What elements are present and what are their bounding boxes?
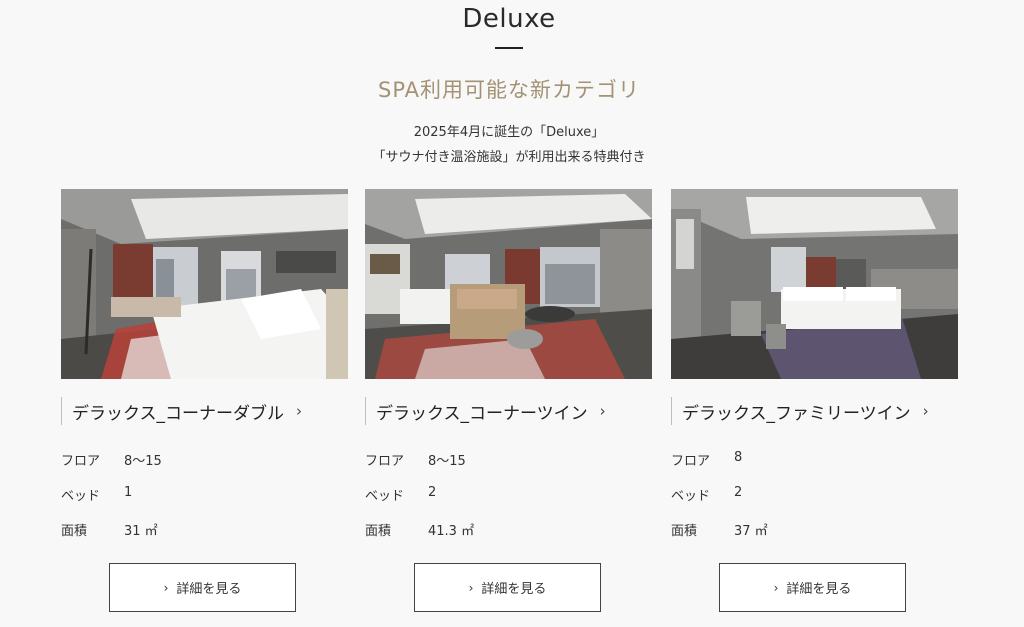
spec-floor: フロア 8〜15: [61, 450, 162, 469]
spec-bed-value: 2: [734, 485, 743, 500]
spec-floor-label: フロア: [671, 454, 711, 469]
view-details-label: 詳細を見る: [481, 582, 547, 597]
spec-area: 面積 37 ㎡: [671, 520, 768, 539]
spec-area-label: 面積: [61, 524, 88, 539]
room-name: デラックス_ファミリーツイン: [682, 403, 911, 424]
section-description-line-2: 「サウナ付き温浴施設」が利用出来る特典付き: [372, 150, 646, 165]
spec-floor: フロア 8: [671, 450, 742, 469]
spec-area-value: 37 ㎡: [734, 524, 768, 539]
view-details-button[interactable]: › 詳細を見る: [109, 563, 296, 612]
section-title: Deluxe: [462, 4, 556, 34]
deluxe-section: Deluxe SPA利用可能な新カテゴリ 2025年4月に誕生の「Deluxe」…: [0, 0, 1024, 627]
spec-area-value: 41.3 ㎡: [428, 524, 475, 539]
spec-bed: ベッド 2: [365, 485, 436, 504]
room-photo[interactable]: [671, 189, 958, 379]
room-photo[interactable]: [365, 189, 652, 379]
chevron-right-icon: ›: [599, 402, 606, 420]
view-details-button[interactable]: › 詳細を見る: [414, 563, 601, 612]
room-name-link[interactable]: デラックス_コーナーツイン ›: [365, 397, 606, 425]
spec-bed-value: 1: [124, 485, 133, 500]
spec-bed-label: ベッド: [61, 489, 101, 504]
room-name-link[interactable]: デラックス_ファミリーツイン ›: [671, 397, 929, 425]
spec-bed-value: 2: [428, 485, 437, 500]
chevron-right-icon: ›: [922, 402, 929, 420]
spec-floor: フロア 8〜15: [365, 450, 466, 469]
chevron-right-icon: ›: [163, 580, 169, 595]
spec-floor-label: フロア: [61, 454, 101, 469]
spec-bed-label: ベッド: [671, 489, 711, 504]
spec-bed: ベッド 2: [671, 485, 742, 504]
spec-floor-value: 8〜15: [124, 454, 162, 469]
title-divider: [495, 47, 523, 49]
room-card-corner-twin: デラックス_コーナーツイン › フロア 8〜15 ベッド 2 面積 41.3 ㎡…: [365, 189, 652, 612]
spec-area-value: 31 ㎡: [124, 524, 158, 539]
chevron-right-icon: ›: [773, 580, 779, 595]
spec-area-label: 面積: [365, 524, 392, 539]
spec-area: 面積 41.3 ㎡: [365, 520, 474, 539]
room-name-link[interactable]: デラックス_コーナーダブル ›: [61, 397, 302, 425]
spec-floor-label: フロア: [365, 454, 405, 469]
room-card-family-twin: デラックス_ファミリーツイン › フロア 8 ベッド 2 面積 37 ㎡ › 詳…: [671, 189, 958, 612]
spec-floor-value: 8: [734, 450, 743, 465]
chevron-right-icon: ›: [296, 402, 302, 420]
room-name: デラックス_コーナーツイン: [376, 403, 588, 424]
spec-area: 面積 31 ㎡: [61, 520, 158, 539]
spec-floor-value: 8〜15: [428, 454, 466, 469]
room-name: デラックス_コーナーダブル: [72, 403, 284, 424]
spec-bed-label: ベッド: [365, 489, 405, 504]
spec-bed: ベッド 1: [61, 485, 132, 504]
section-subtitle: SPA利用可能な新カテゴリ: [377, 78, 640, 102]
view-details-button[interactable]: › 詳細を見る: [719, 563, 906, 612]
room-photo[interactable]: [61, 189, 348, 379]
view-details-label: 詳細を見る: [176, 582, 242, 597]
chevron-right-icon: ›: [468, 580, 474, 595]
spec-area-label: 面積: [671, 524, 698, 539]
view-details-label: 詳細を見る: [786, 582, 852, 597]
section-description-line-1: 2025年4月に誕生の「Deluxe」: [413, 125, 605, 140]
room-card-corner-double: デラックス_コーナーダブル › フロア 8〜15 ベッド 1 面積 31 ㎡ ›…: [61, 189, 348, 612]
